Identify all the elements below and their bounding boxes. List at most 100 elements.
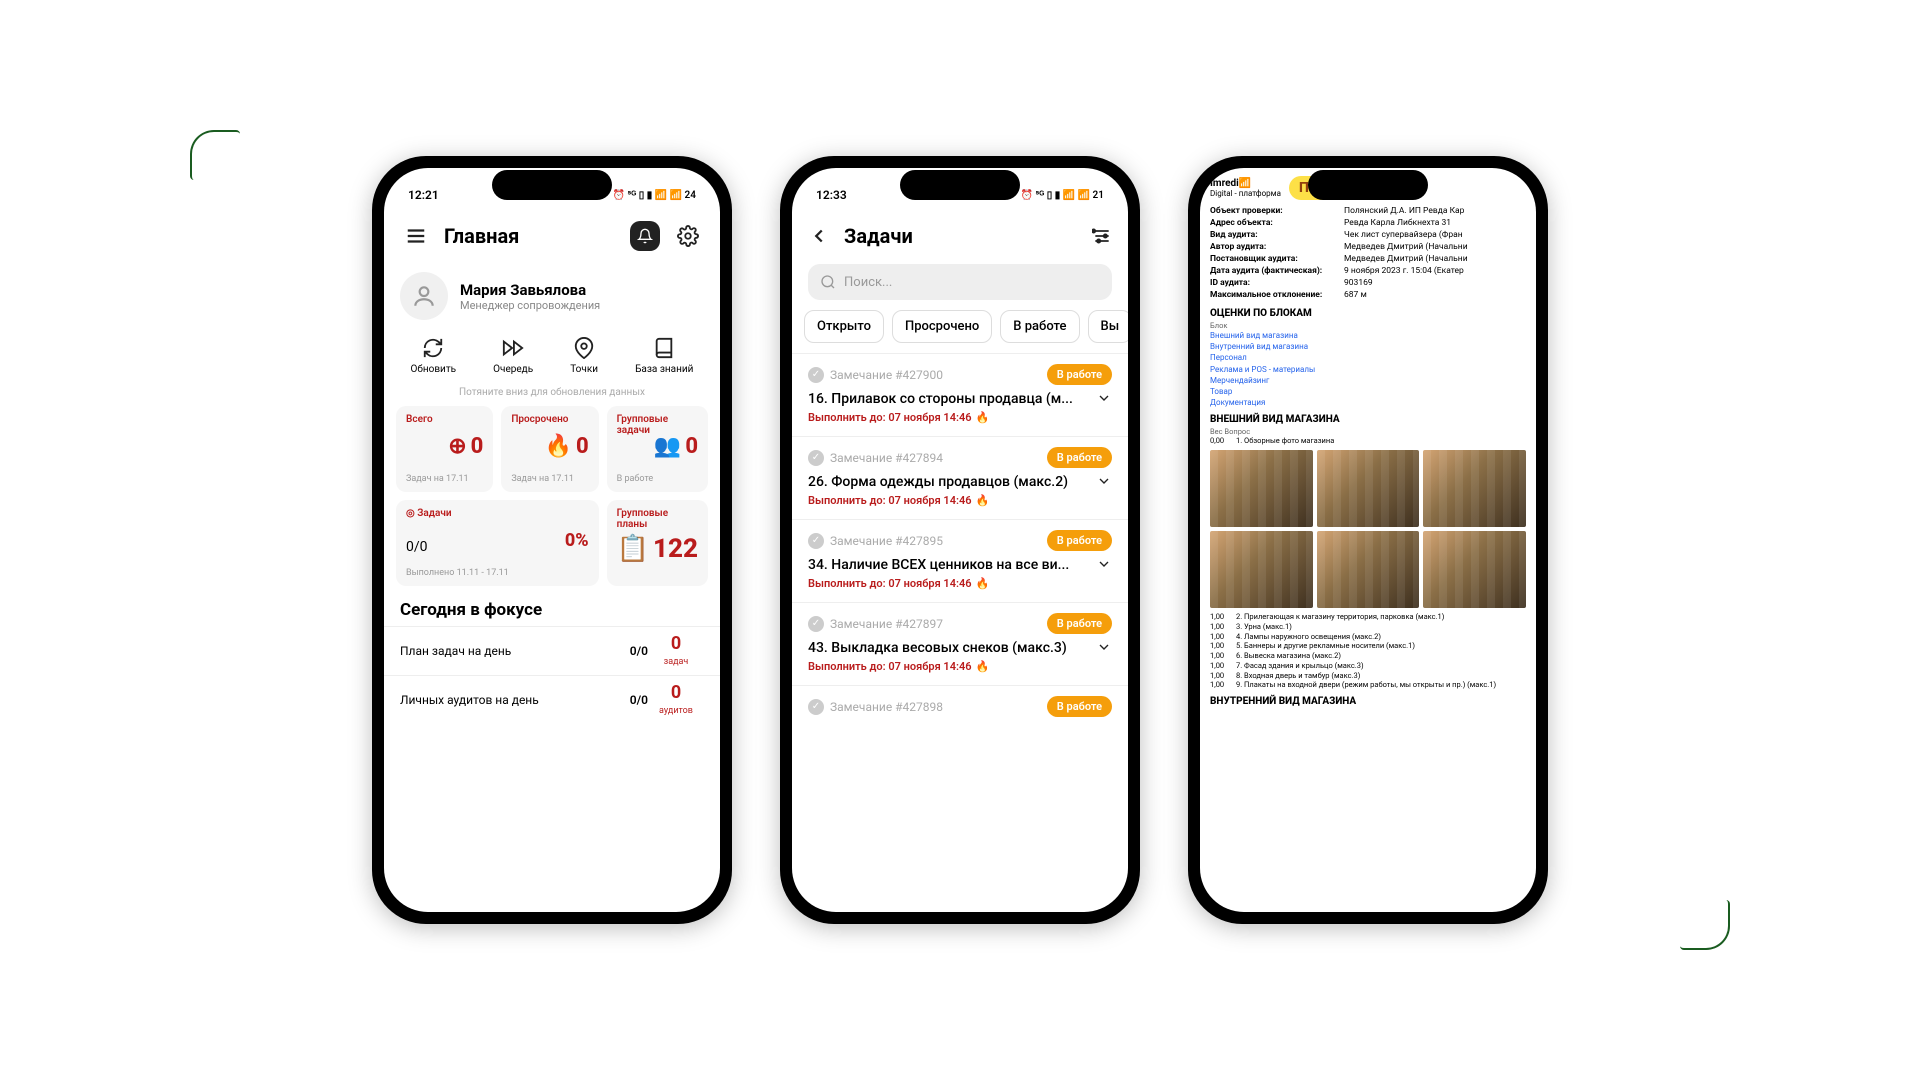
block-link[interactable]: Документация bbox=[1210, 397, 1526, 408]
task-title: 43. Выкладка весовых снеков (макс.3) bbox=[808, 640, 1112, 656]
phone-2: 12:33 ⏰ ⁵ᴳ ▯ ▮ 📶 📶 21 Задачи Поиск... От… bbox=[780, 156, 1140, 924]
question-row: 1,008. Входная дверь и тамбур (макс.3) bbox=[1210, 671, 1526, 681]
chevron-down-icon[interactable] bbox=[1096, 556, 1112, 572]
menu-icon[interactable] bbox=[400, 220, 432, 252]
notch bbox=[492, 170, 612, 200]
question-row: 1,009. Плакаты на входной двери (режим р… bbox=[1210, 680, 1526, 690]
photo-thumb[interactable] bbox=[1423, 531, 1526, 608]
chip-open[interactable]: Открыто bbox=[804, 310, 884, 343]
target-icon: ◎ bbox=[406, 508, 415, 519]
photo-thumb[interactable] bbox=[1210, 450, 1313, 527]
photo-grid bbox=[1210, 450, 1526, 608]
search-input[interactable]: Поиск... bbox=[808, 264, 1112, 300]
users-icon: 👥 bbox=[654, 434, 681, 459]
section-exterior: ВНЕШНИЙ ВИД МАГАЗИНА bbox=[1210, 414, 1526, 425]
task-item[interactable]: ✓Замечание #427895В работе34. Наличие ВС… bbox=[792, 519, 1128, 602]
block-link[interactable]: Мерчендайзинг bbox=[1210, 375, 1526, 386]
quick-queue[interactable]: Очередь bbox=[493, 336, 533, 375]
card-total[interactable]: Всего ⊕0 Задач на 17.11 bbox=[396, 406, 493, 492]
block-link[interactable]: Реклама и POS - материалы bbox=[1210, 364, 1526, 375]
focus-row[interactable]: План задач на день 0/0 0задач bbox=[384, 626, 720, 675]
refresh-icon bbox=[421, 336, 445, 360]
chip-overdue[interactable]: Просрочено bbox=[892, 310, 992, 343]
quick-knowledge[interactable]: База знаний bbox=[635, 336, 693, 375]
question-row: 0,001. Обзорные фото магазина bbox=[1210, 436, 1526, 446]
chip-in-progress[interactable]: В работе bbox=[1000, 310, 1079, 343]
blocks-title: ОЦЕНКИ ПО БЛОКАМ bbox=[1210, 308, 1526, 319]
task-item[interactable]: ✓ Замечание #427898 В работе bbox=[792, 685, 1128, 729]
check-icon: ✓ bbox=[808, 450, 824, 466]
card-group-plans[interactable]: Групповые планы 📋122 bbox=[607, 500, 708, 586]
check-icon: ✓ bbox=[808, 533, 824, 549]
question-row: 1,005. Баннеры и другие рекламные носите… bbox=[1210, 641, 1526, 651]
photo-thumb[interactable] bbox=[1317, 531, 1420, 608]
status-badge: В работе bbox=[1047, 613, 1112, 634]
focus-row[interactable]: Личных аудитов на день 0/0 0аудитов bbox=[384, 675, 720, 724]
pull-hint: Потяните вниз для обновления данных bbox=[384, 383, 720, 406]
task-due: Выполнить до: 07 ноября 14:46 🔥 bbox=[808, 494, 1112, 507]
task-item[interactable]: ✓Замечание #427894В работе26. Форма одеж… bbox=[792, 436, 1128, 519]
map-pin-icon bbox=[572, 336, 596, 360]
flame-icon: 🔥 bbox=[976, 577, 990, 590]
quick-label: Точки bbox=[570, 364, 598, 375]
check-icon: ✓ bbox=[808, 367, 824, 383]
chevron-down-icon[interactable] bbox=[1096, 390, 1112, 406]
card-tasks[interactable]: ◎ Задачи 0/0 0% Выполнено 11.11 - 17.11 bbox=[396, 500, 599, 586]
block-link[interactable]: Персонал bbox=[1210, 352, 1526, 363]
target-icon: ⊕ bbox=[448, 434, 466, 459]
task-id: Замечание #427898 bbox=[830, 700, 1041, 714]
brand-sub: Digital - платформа bbox=[1210, 189, 1281, 198]
block-link[interactable]: Товар bbox=[1210, 386, 1526, 397]
task-id: Замечание #427895 bbox=[830, 534, 1041, 548]
status-badge: В работе bbox=[1047, 696, 1112, 717]
fast-forward-icon bbox=[501, 336, 525, 360]
chevron-down-icon[interactable] bbox=[1096, 473, 1112, 489]
profile-row[interactable]: Мария Завьялова Менеджер сопровождения bbox=[384, 260, 720, 332]
clipboard-icon: 📋 bbox=[617, 534, 649, 564]
status-time: 12:33 bbox=[816, 178, 847, 202]
quick-label: Обновить bbox=[411, 364, 457, 375]
user-name: Мария Завьялова bbox=[460, 281, 600, 299]
focus-title: Сегодня в фокусе bbox=[384, 586, 720, 626]
task-item[interactable]: ✓Замечание #427897В работе43. Выкладка в… bbox=[792, 602, 1128, 685]
phone-3: Imredi📶 Digital - платформа ПИВ&Ко Объек… bbox=[1188, 156, 1548, 924]
task-due: Выполнить до: 07 ноября 14:46 🔥 bbox=[808, 577, 1112, 590]
photo-thumb[interactable] bbox=[1423, 450, 1526, 527]
photo-thumb[interactable] bbox=[1210, 531, 1313, 608]
section-interior: ВНУТРЕННИЙ ВИД МАГАЗИНА bbox=[1210, 696, 1526, 707]
card-group-tasks[interactable]: Групповые задачи 👥0 В работе bbox=[607, 406, 708, 492]
question-row: 1,006. Вывеска магазина (макс.2) bbox=[1210, 651, 1526, 661]
task-id: Замечание #427900 bbox=[830, 368, 1041, 382]
quick-points[interactable]: Точки bbox=[570, 336, 598, 375]
chip-more[interactable]: Вы bbox=[1088, 310, 1129, 343]
search-icon bbox=[820, 274, 836, 290]
photo-thumb[interactable] bbox=[1317, 450, 1420, 527]
task-id: Замечание #427897 bbox=[830, 617, 1041, 631]
back-icon[interactable] bbox=[808, 225, 830, 247]
page-title: Главная bbox=[444, 224, 618, 248]
question-row: 1,003. Урна (макс.1) bbox=[1210, 622, 1526, 632]
settings-icon[interactable] bbox=[672, 220, 704, 252]
chevron-down-icon[interactable] bbox=[1096, 639, 1112, 655]
status-badge: В работе bbox=[1047, 447, 1112, 468]
check-icon: ✓ bbox=[808, 699, 824, 715]
card-overdue[interactable]: Просрочено 🔥0 Задач на 17.11 bbox=[501, 406, 598, 492]
question-row: 1,004. Лампы наружного освещения (макс.2… bbox=[1210, 632, 1526, 642]
notifications-icon[interactable] bbox=[630, 221, 660, 251]
flame-icon: 🔥 bbox=[545, 434, 572, 459]
block-link[interactable]: Внешний вид магазина bbox=[1210, 330, 1526, 341]
task-due: Выполнить до: 07 ноября 14:46 🔥 bbox=[808, 411, 1112, 424]
status-icons: ⏰ ⁵ᴳ ▯ ▮ 📶 📶 24 bbox=[613, 180, 696, 201]
filter-icon[interactable] bbox=[1092, 226, 1112, 246]
brand-name: Imredi📶 bbox=[1210, 178, 1281, 189]
status-badge: В работе bbox=[1047, 530, 1112, 551]
quick-refresh[interactable]: Обновить bbox=[411, 336, 457, 375]
quick-label: База знаний bbox=[635, 364, 693, 375]
block-link[interactable]: Внутренний вид магазина bbox=[1210, 341, 1526, 352]
task-item[interactable]: ✓Замечание #427900В работе16. Прилавок с… bbox=[792, 353, 1128, 436]
notch bbox=[900, 170, 1020, 200]
status-icons: ⏰ ⁵ᴳ ▯ ▮ 📶 📶 21 bbox=[1021, 180, 1104, 201]
question-row: 1,007. Фасад здания и крыльцо (макс.3) bbox=[1210, 661, 1526, 671]
quick-label: Очередь bbox=[493, 364, 533, 375]
flame-icon: 🔥 bbox=[976, 494, 990, 507]
